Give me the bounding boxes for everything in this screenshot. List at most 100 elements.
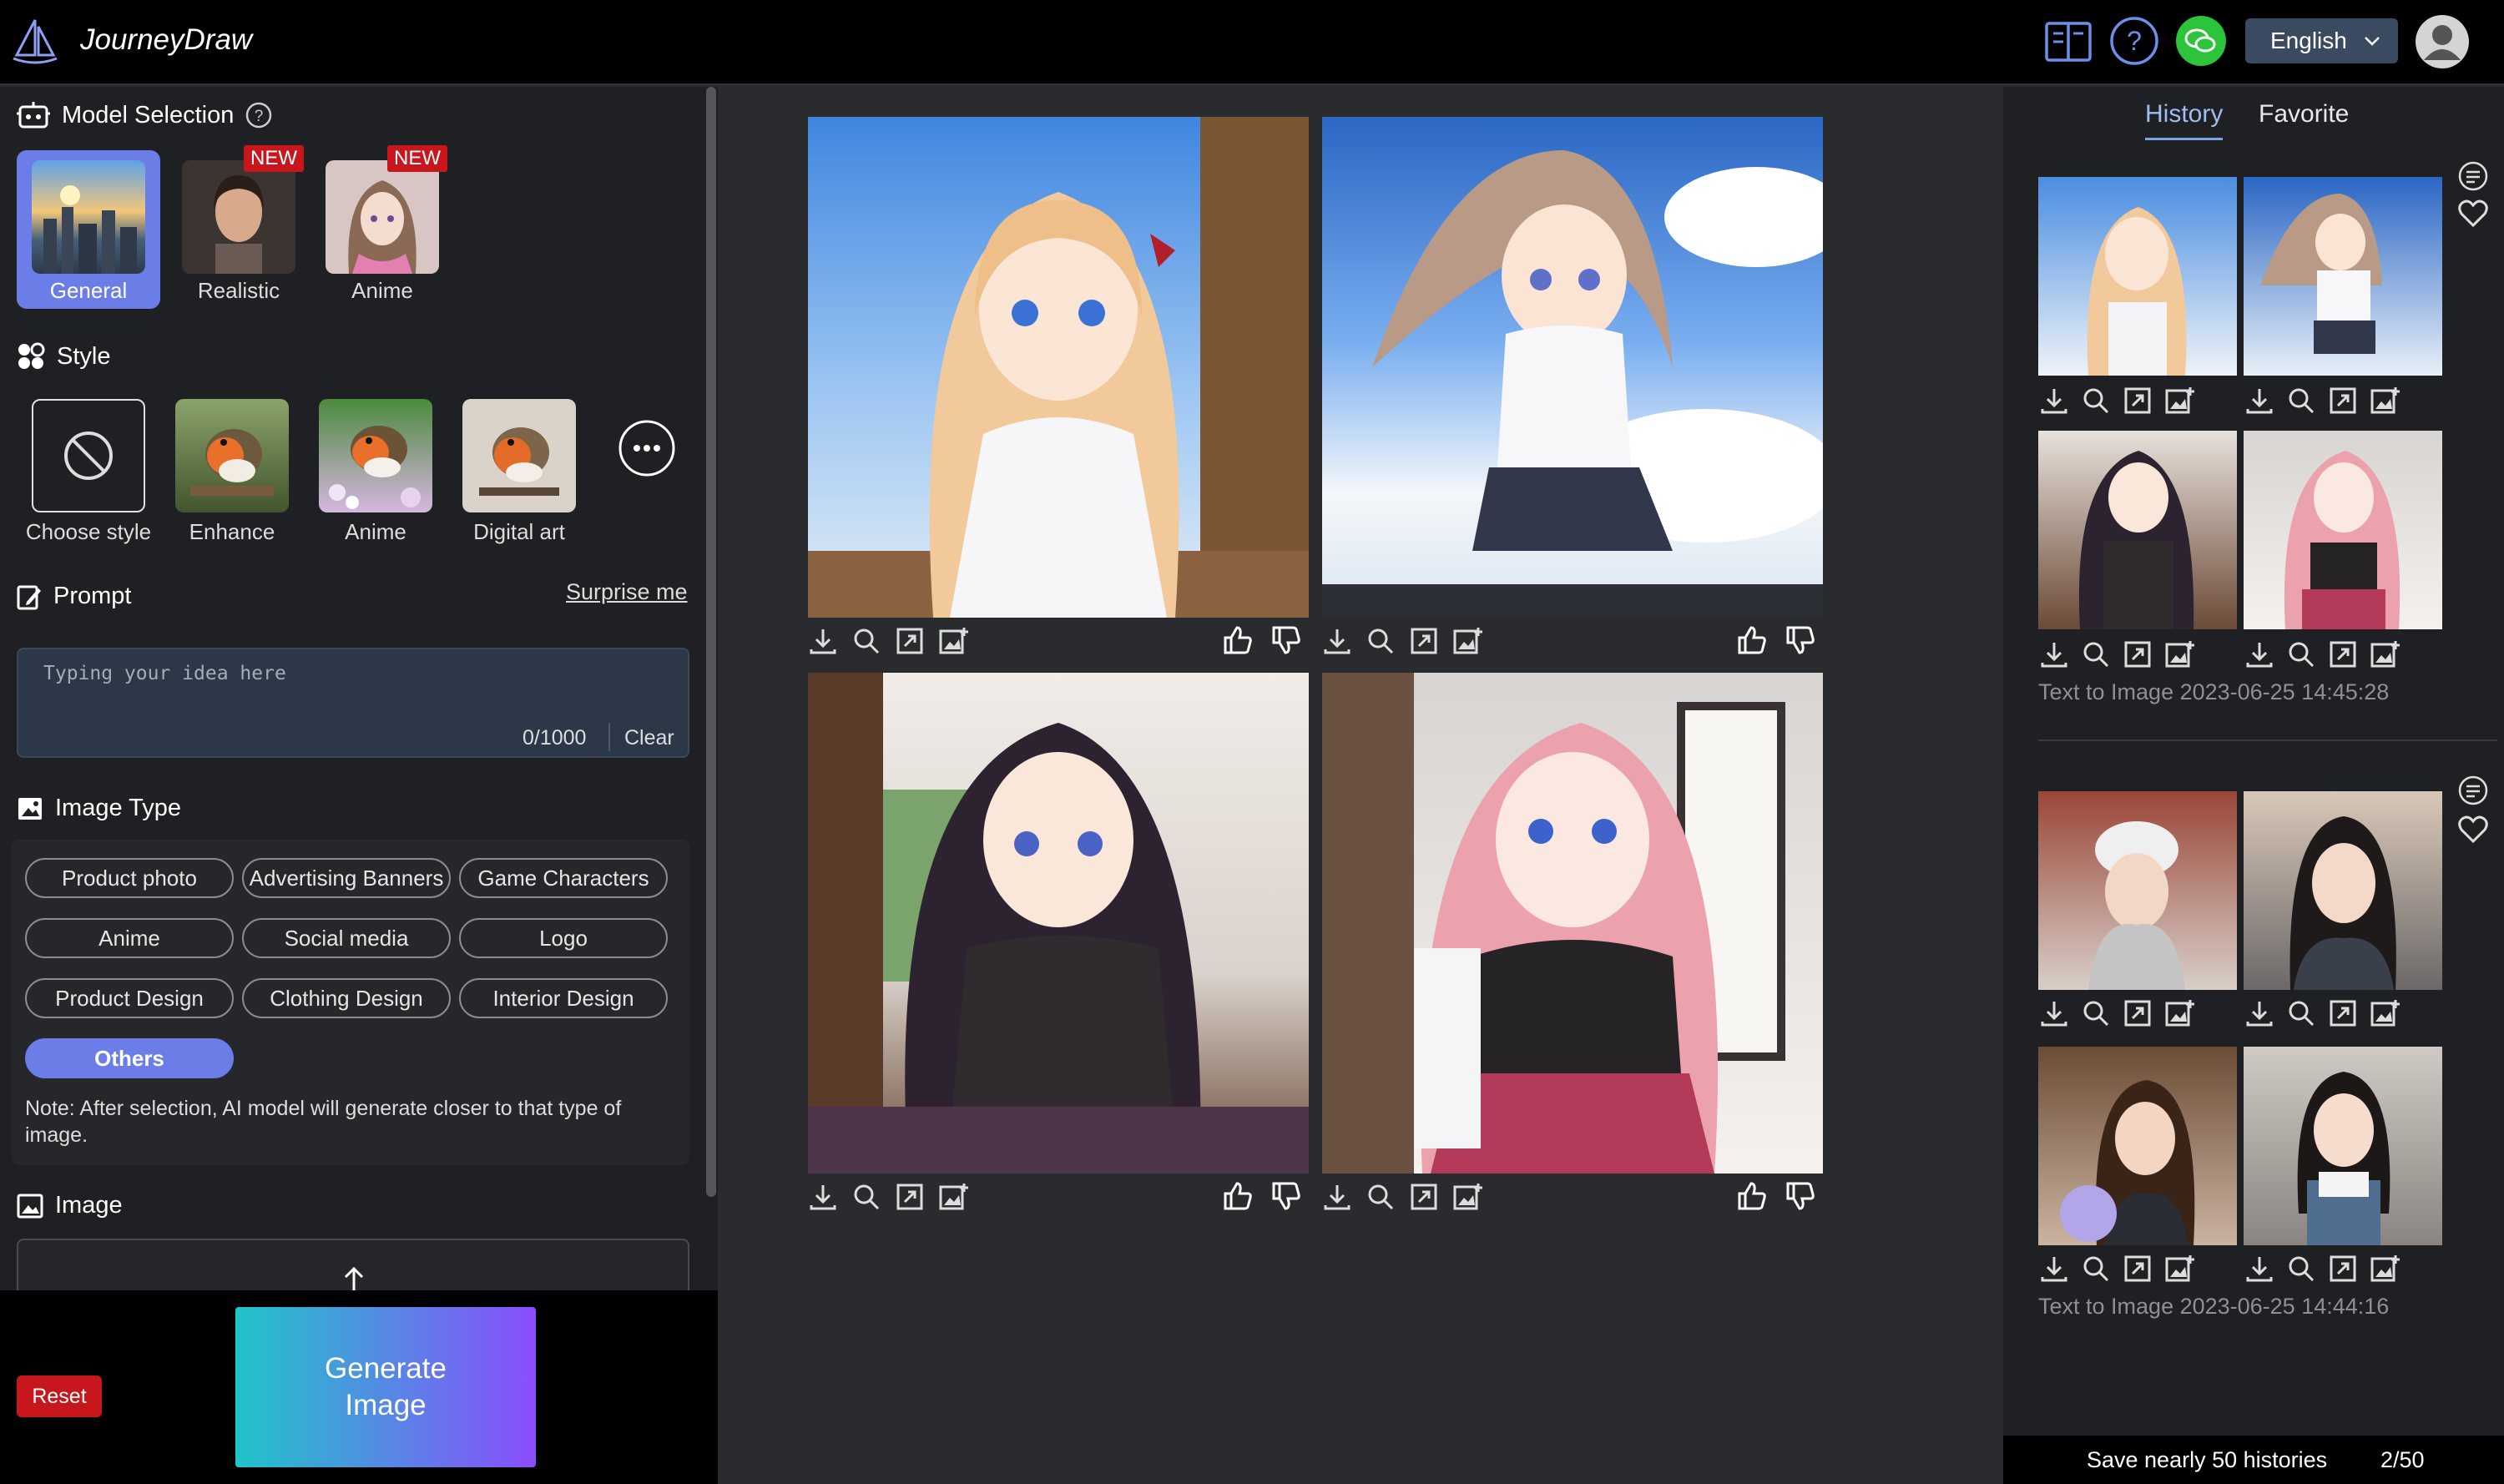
history-thumbnail[interactable]	[2038, 791, 2237, 990]
history-thumbnail[interactable]	[2038, 177, 2237, 376]
expand-icon[interactable]	[2122, 639, 2153, 669]
expand-icon[interactable]	[1409, 1182, 1439, 1212]
generated-image-4[interactable]	[1322, 673, 1823, 1174]
prompt-details-icon[interactable]	[2457, 775, 2489, 806]
style-option-digital-art[interactable]: Digital art	[447, 399, 591, 549]
image-variation-icon[interactable]	[2163, 998, 2197, 1028]
download-icon[interactable]	[2038, 998, 2070, 1028]
thumbs-down-icon[interactable]	[1270, 624, 1302, 656]
expand-icon[interactable]	[895, 626, 925, 656]
thumbs-down-icon[interactable]	[1270, 1180, 1302, 1212]
image-type-chip[interactable]: Social media	[242, 918, 451, 958]
clear-button[interactable]: Clear	[624, 726, 674, 750]
image-type-chip[interactable]: Anime	[25, 918, 234, 958]
history-thumbnail[interactable]	[2038, 431, 2237, 629]
image-variation-icon[interactable]	[2163, 1254, 2197, 1284]
zoom-icon[interactable]	[1366, 1182, 1396, 1212]
image-variation-icon[interactable]	[2163, 386, 2197, 416]
history-thumbnail[interactable]	[2244, 177, 2442, 376]
image-type-chip[interactable]: Game Characters	[459, 858, 668, 898]
app-title[interactable]: JourneyDraw	[80, 23, 252, 57]
image-variation-icon[interactable]	[2163, 639, 2197, 669]
expand-icon[interactable]	[2327, 998, 2359, 1028]
book-icon[interactable]	[2042, 15, 2095, 67]
expand-icon[interactable]	[2327, 386, 2359, 416]
tab-favorite[interactable]: Favorite	[2259, 100, 2349, 129]
download-icon[interactable]	[2038, 386, 2070, 416]
download-icon[interactable]	[2244, 386, 2275, 416]
zoom-icon[interactable]	[2080, 639, 2112, 669]
zoom-icon[interactable]	[851, 626, 881, 656]
heart-icon[interactable]	[2457, 815, 2489, 845]
expand-icon[interactable]	[2122, 998, 2153, 1028]
image-variation-icon[interactable]	[2369, 998, 2402, 1028]
model-option-anime[interactable]: NEW Anime	[310, 145, 454, 309]
image-type-chip-selected[interactable]: Others	[25, 1038, 234, 1078]
expand-icon[interactable]	[2122, 386, 2153, 416]
download-icon[interactable]	[808, 1182, 838, 1212]
zoom-icon[interactable]	[2285, 1254, 2317, 1284]
model-option-general[interactable]: General	[17, 150, 160, 309]
style-option-enhance[interactable]: Enhance	[160, 399, 304, 549]
zoom-icon[interactable]	[2285, 998, 2317, 1028]
expand-icon[interactable]	[895, 1182, 925, 1212]
image-variation-icon[interactable]	[938, 1182, 970, 1212]
download-icon[interactable]	[1322, 1182, 1352, 1212]
history-thumbnail[interactable]	[2244, 431, 2442, 629]
tab-history[interactable]: History	[2145, 100, 2224, 140]
expand-icon[interactable]	[2327, 1254, 2359, 1284]
expand-icon[interactable]	[2327, 639, 2359, 669]
history-thumbnail[interactable]	[2244, 791, 2442, 990]
image-type-chip[interactable]: Logo	[459, 918, 668, 958]
thumbs-down-icon[interactable]	[1785, 1180, 1816, 1212]
download-icon[interactable]	[2244, 639, 2275, 669]
user-avatar-icon[interactable]	[2414, 13, 2471, 70]
model-option-realistic[interactable]: NEW Realistic	[167, 145, 310, 309]
generated-image-1[interactable]	[808, 117, 1309, 618]
more-styles-icon[interactable]	[618, 419, 676, 477]
generated-image-3[interactable]	[808, 673, 1309, 1174]
zoom-icon[interactable]	[2080, 1254, 2112, 1284]
heart-icon[interactable]	[2457, 199, 2489, 229]
zoom-icon[interactable]	[2080, 386, 2112, 416]
style-option-choose-style[interactable]: Choose style	[17, 399, 160, 549]
image-type-chip[interactable]: Clothing Design	[242, 978, 451, 1018]
wechat-icon[interactable]	[2175, 15, 2227, 67]
zoom-icon[interactable]	[2285, 386, 2317, 416]
download-icon[interactable]	[2244, 1254, 2275, 1284]
zoom-icon[interactable]	[1366, 626, 1396, 656]
sidebar-scrollbar[interactable]	[706, 87, 716, 1197]
expand-icon[interactable]	[2122, 1254, 2153, 1284]
image-variation-icon[interactable]	[938, 626, 970, 656]
image-type-chip[interactable]: Product Design	[25, 978, 234, 1018]
history-thumbnail[interactable]	[2038, 1047, 2237, 1245]
style-option-anime[interactable]: Anime	[304, 399, 447, 549]
thumbs-down-icon[interactable]	[1785, 624, 1816, 656]
zoom-icon[interactable]	[2080, 998, 2112, 1028]
zoom-icon[interactable]	[851, 1182, 881, 1212]
language-select[interactable]: English	[2245, 18, 2398, 63]
download-icon[interactable]	[2244, 998, 2275, 1028]
download-icon[interactable]	[1322, 626, 1352, 656]
image-variation-icon[interactable]	[1452, 1182, 1484, 1212]
generate-image-button[interactable]: Generate Image	[235, 1307, 536, 1467]
help-circle-icon[interactable]: ?	[245, 102, 272, 129]
generated-image-2[interactable]	[1322, 117, 1823, 618]
prompt-input[interactable]: Typing your idea here 0/1000 Clear	[17, 648, 689, 758]
image-type-chip[interactable]: Advertising Banners	[242, 858, 451, 898]
thumbs-up-icon[interactable]	[1736, 624, 1768, 656]
download-icon[interactable]	[2038, 1254, 2070, 1284]
image-type-chip[interactable]: Product photo	[25, 858, 234, 898]
thumbs-up-icon[interactable]	[1736, 1180, 1768, 1212]
surprise-me-link[interactable]: Surprise me	[566, 579, 688, 605]
prompt-details-icon[interactable]	[2457, 160, 2489, 192]
image-variation-icon[interactable]	[2369, 386, 2402, 416]
thumbs-up-icon[interactable]	[1222, 624, 1254, 656]
image-type-chip[interactable]: Interior Design	[459, 978, 668, 1018]
thumbs-up-icon[interactable]	[1222, 1180, 1254, 1212]
download-icon[interactable]	[808, 626, 838, 656]
image-variation-icon[interactable]	[2369, 1254, 2402, 1284]
zoom-icon[interactable]	[2285, 639, 2317, 669]
image-variation-icon[interactable]	[1452, 626, 1484, 656]
expand-icon[interactable]	[1409, 626, 1439, 656]
